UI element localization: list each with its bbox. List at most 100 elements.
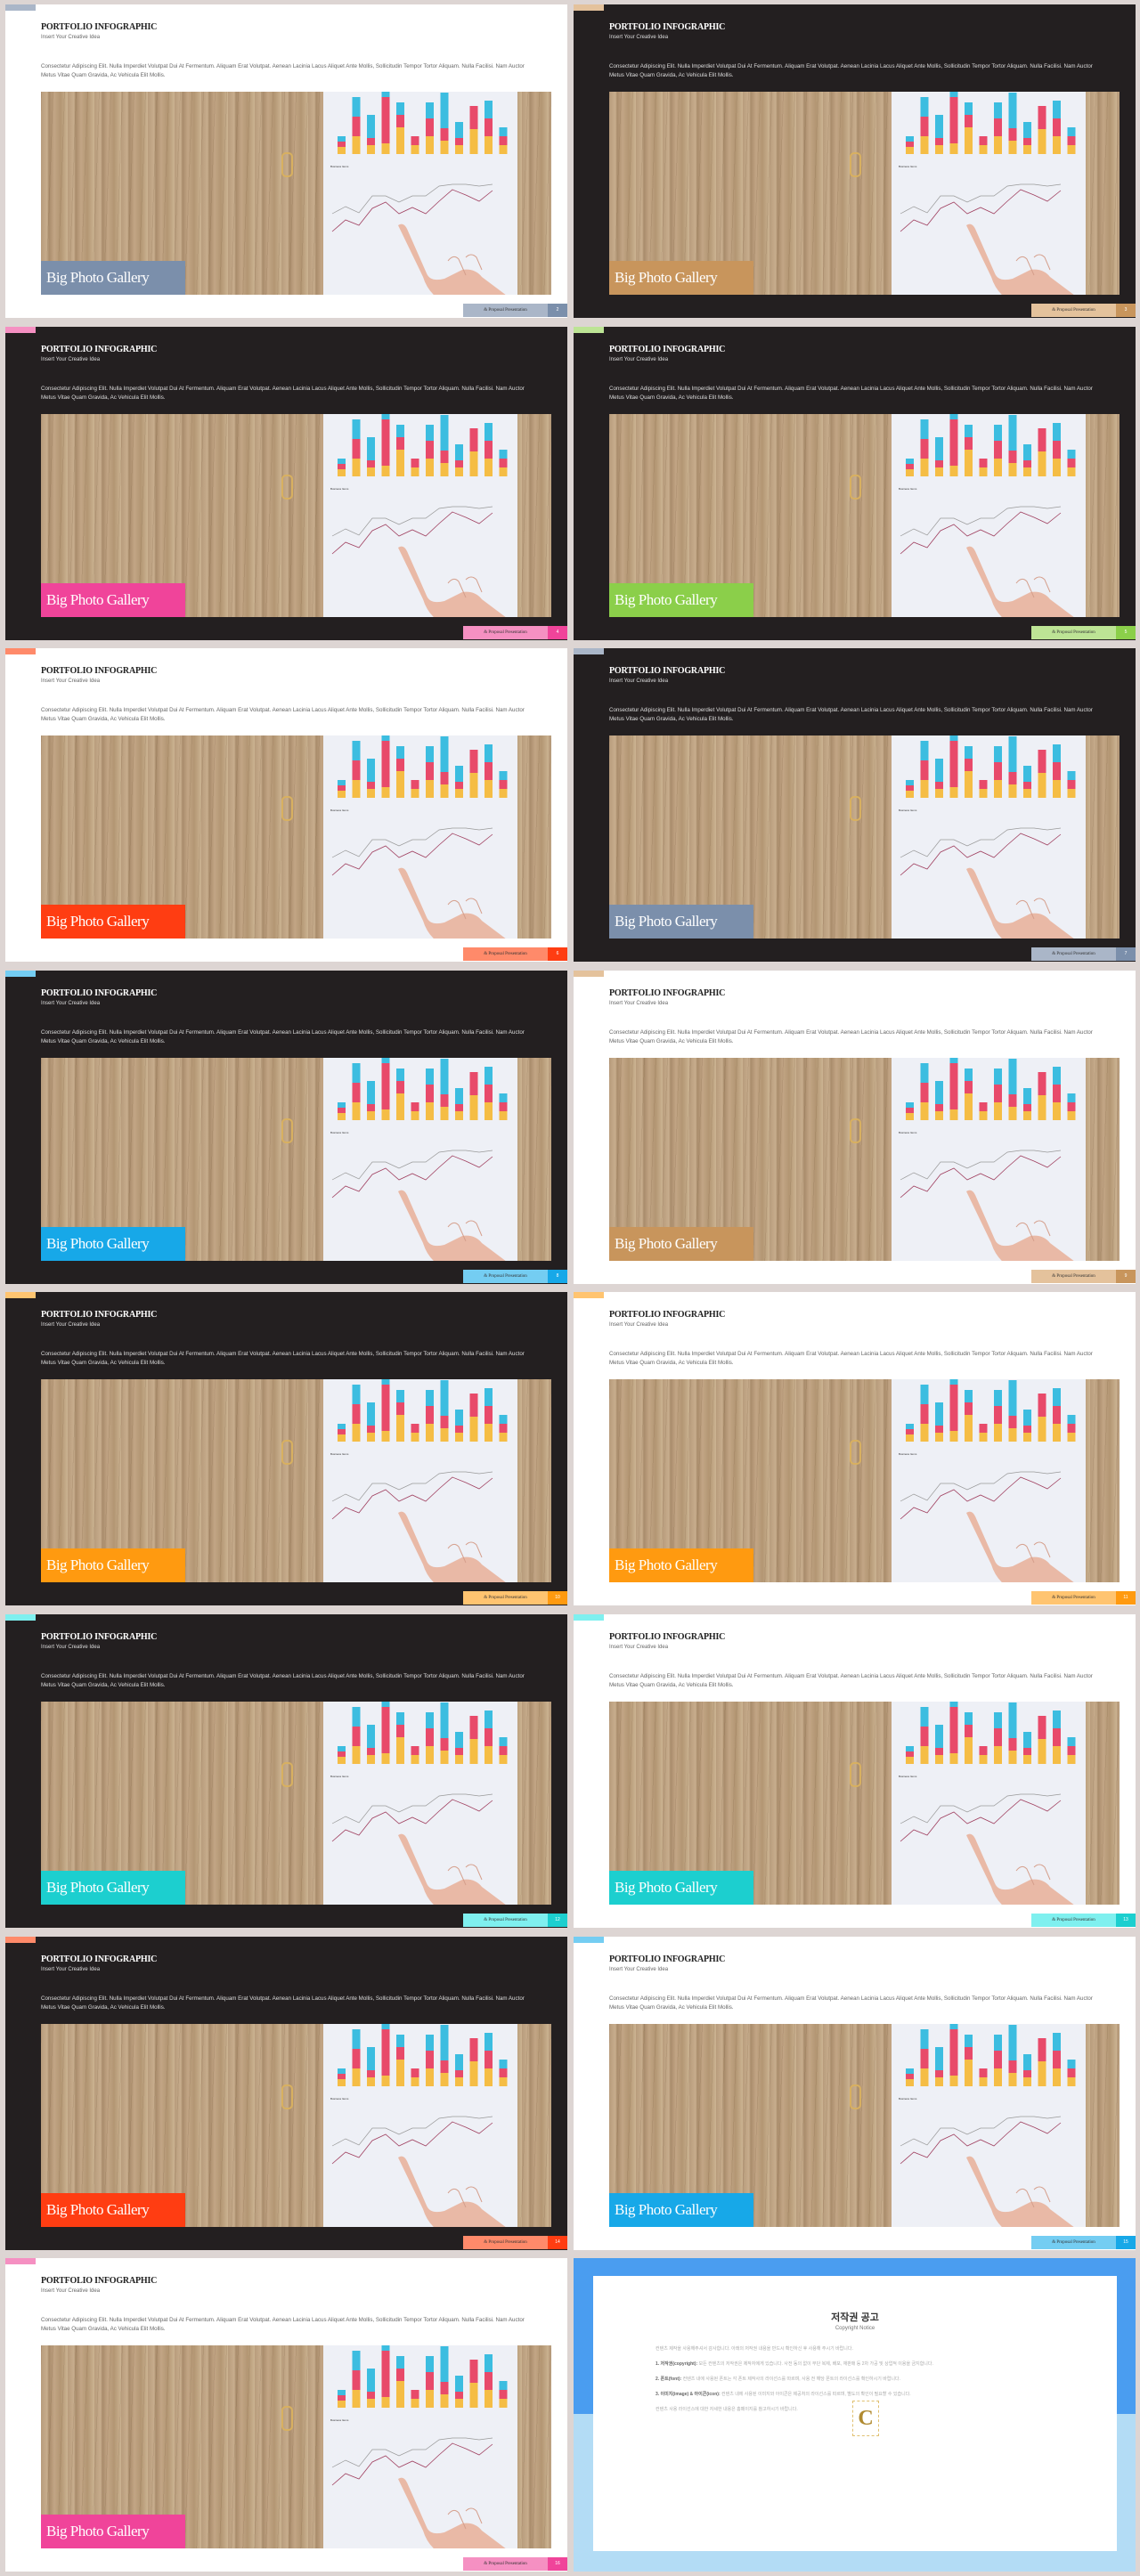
photo-line: [331, 1472, 493, 1502]
hand: [398, 1833, 506, 1905]
photo-line: [900, 1793, 1062, 1824]
chart-photo-illustration: Business Items: [330, 92, 508, 295]
slide[interactable]: PORTFOLIO INFOGRAPHIC Insert Your Creati…: [5, 1936, 567, 2250]
slide[interactable]: PORTFOLIO INFOGRAPHIC Insert Your Creati…: [5, 2258, 567, 2572]
accent-tag: [574, 326, 604, 333]
slide[interactable]: PORTFOLIO INFOGRAPHIC Insert Your Creati…: [574, 970, 1136, 1284]
slide-title: PORTFOLIO INFOGRAPHIC: [41, 666, 158, 677]
photo-bar: [1067, 449, 1076, 459]
photo-bar: [1038, 1417, 1046, 1442]
paper-clip-icon: [281, 2084, 293, 2109]
photo-bar: [367, 1725, 375, 1748]
photo-bar: [469, 1394, 478, 1418]
photo-bar: [396, 1737, 404, 1764]
photo-bar: [1008, 1751, 1017, 1764]
slide[interactable]: PORTFOLIO INFOGRAPHIC Insert Your Creati…: [574, 1292, 1136, 1606]
photo-bar: [949, 1702, 958, 1707]
slide[interactable]: PORTFOLIO INFOGRAPHIC Insert Your Creati…: [5, 1292, 567, 1606]
photo-bar: [338, 1746, 346, 1751]
photo-bar: [965, 2034, 973, 2047]
slide[interactable]: PORTFOLIO INFOGRAPHIC Insert Your Creati…: [574, 1936, 1136, 2250]
photo-bar: [352, 1707, 361, 1727]
photo-bar: [381, 143, 390, 154]
photo-bar: [1008, 1416, 1017, 1429]
slide[interactable]: PORTFOLIO INFOGRAPHIC Insert Your Creati…: [574, 648, 1136, 963]
photo-bar: [396, 2046, 404, 2060]
photo-bar: [920, 2028, 929, 2049]
slide[interactable]: PORTFOLIO INFOGRAPHIC Insert Your Creati…: [5, 648, 567, 963]
accent-tag: [574, 1936, 604, 1943]
slide[interactable]: PORTFOLIO INFOGRAPHIC Insert Your Creati…: [574, 326, 1136, 640]
photo-bar: [411, 145, 419, 154]
page-number: 16: [548, 2557, 567, 2572]
photo-bar: [1008, 450, 1017, 463]
slide[interactable]: PORTFOLIO INFOGRAPHIC Insert Your Creati…: [5, 326, 567, 640]
photo-bar: [484, 1406, 493, 1425]
photo-bar: [484, 2354, 493, 2373]
photo-bar: [935, 467, 943, 476]
photo-bar: [499, 1755, 508, 1764]
paper-clip-icon: [281, 1440, 293, 1466]
photo-bar: [949, 787, 958, 799]
gallery-photo: Business Items Big Photo Gallery: [41, 1057, 551, 1261]
photo-bar: [1053, 2068, 1061, 2086]
photo-bar: [469, 750, 478, 774]
photo-bar: [440, 736, 449, 773]
photo-chart-caption: Business Items: [899, 2097, 917, 2101]
section-text: 컨텐츠 내에 사용된 이미지와 아이콘은 제공처의 라이선스를 따르며, 별도의…: [721, 2392, 911, 2397]
slide-subtitle: Insert Your Creative Idea: [41, 1000, 101, 1006]
photo-bar: [1008, 1738, 1017, 1751]
photo-bar: [1053, 440, 1061, 459]
photo-bar: [367, 2392, 375, 2400]
photo-bar: [965, 1402, 973, 1416]
photo-bar: [469, 2383, 478, 2409]
photo-bar: [440, 1702, 449, 1738]
photo-bar: [920, 760, 929, 781]
photo-bar: [499, 449, 508, 459]
photo-bar: [965, 102, 973, 115]
paper-clip-icon: [850, 1762, 861, 1787]
photo-bar: [411, 1433, 419, 1442]
photo-bar: [965, 1093, 973, 1120]
photo-bar: [469, 2060, 478, 2086]
photo-bar: [994, 1712, 1002, 1728]
photo-bar: [381, 92, 390, 97]
photo-bar: [484, 2032, 493, 2051]
photo-bar: [994, 2068, 1002, 2086]
paper-clip-icon: [281, 152, 293, 177]
photo-bar: [920, 2048, 929, 2068]
slide[interactable]: PORTFOLIO INFOGRAPHIC Insert Your Creati…: [5, 1614, 567, 1928]
photo-bar: [1023, 1748, 1031, 1755]
slide[interactable]: PORTFOLIO INFOGRAPHIC Insert Your Creati…: [5, 970, 567, 1284]
photo-bar: [906, 1757, 914, 1764]
photo-bar: [1053, 1406, 1061, 1425]
photo-bar: [1008, 2060, 1017, 2073]
slide[interactable]: PORTFOLIO INFOGRAPHIC Insert Your Creati…: [5, 4, 567, 318]
photo-bar: [367, 138, 375, 145]
slide[interactable]: PORTFOLIO INFOGRAPHIC Insert Your Creati…: [574, 1614, 1136, 1928]
footer-text: & Proposal Presentation: [463, 1269, 548, 1283]
chart-photo-illustration: Business Items: [899, 2023, 1076, 2227]
accent-tag: [574, 1292, 604, 1299]
photo-bar: [469, 106, 478, 129]
photo-bar: [499, 780, 508, 790]
slide-title: PORTFOLIO INFOGRAPHIC: [41, 987, 158, 998]
photo-bar: [979, 1101, 988, 1111]
footer-text: & Proposal Presentation: [1031, 304, 1116, 317]
slide-title: PORTFOLIO INFOGRAPHIC: [41, 2276, 158, 2287]
photo-bar: [949, 2023, 958, 2029]
photo-bar: [367, 467, 375, 476]
photo-bar: [949, 1062, 958, 1109]
hand-fingers: [447, 2507, 483, 2530]
slide[interactable]: PORTFOLIO INFOGRAPHIC Insert Your Creati…: [574, 4, 1136, 318]
photo-bar: [381, 97, 390, 143]
gallery-photo: Business Items Big Photo Gallery: [609, 735, 1120, 939]
photo-bar: [1008, 772, 1017, 785]
slide-footer: & Proposal Presentation 9: [1031, 1269, 1136, 1283]
chart-paper-image: Business Items: [892, 1057, 1086, 1261]
photo-bar: [396, 2356, 404, 2369]
accent-tag: [5, 1614, 36, 1621]
chart-paper-image: Business Items: [323, 1057, 517, 1261]
chart-photo-illustration: Business Items: [899, 735, 1076, 939]
photo-bar: [1067, 136, 1076, 145]
